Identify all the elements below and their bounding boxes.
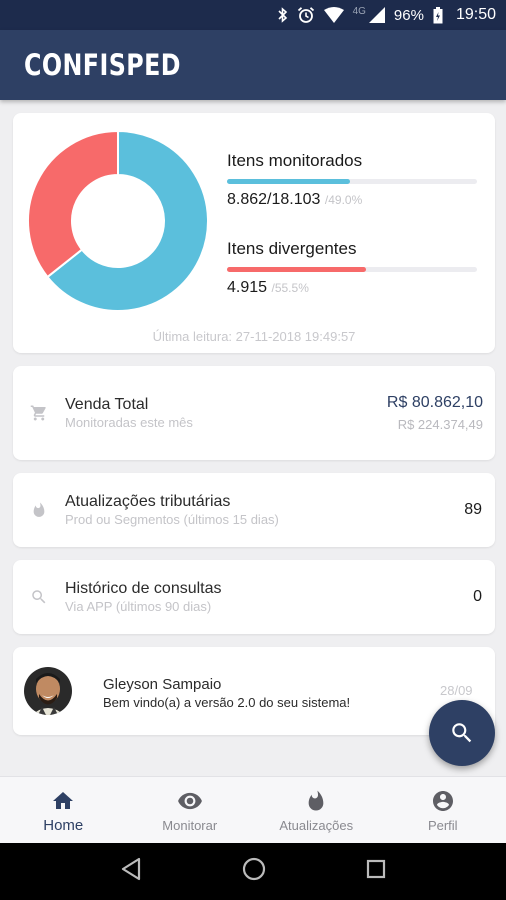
network-type: 4G bbox=[352, 5, 366, 17]
clock: 19:50 bbox=[455, 6, 496, 23]
historico-count: 0 bbox=[473, 588, 482, 605]
venda-title: Venda Total bbox=[65, 396, 149, 413]
nav-perfil-label: Perfil bbox=[427, 818, 458, 833]
divergentes-percent: /55.5% bbox=[271, 281, 309, 295]
atualizacoes-text: Atualizações tributárias Prod ou Segment… bbox=[65, 493, 464, 527]
bottom-navigation: Home Monitorar Atualizações Perfil bbox=[0, 776, 506, 843]
alarm-icon bbox=[297, 6, 315, 24]
divergentes-count: 4.915 bbox=[227, 279, 268, 296]
search-icon bbox=[452, 723, 472, 743]
account-icon bbox=[431, 788, 455, 814]
nav-monitorar-label: Monitorar bbox=[162, 818, 218, 833]
donut-chart bbox=[28, 131, 208, 311]
historico-text: Histórico de consultas Via APP (últimos … bbox=[65, 580, 473, 614]
monitorados-percent: /49.0% bbox=[324, 193, 363, 207]
avatar bbox=[24, 667, 72, 715]
battery-icon bbox=[433, 6, 443, 24]
cart-icon bbox=[25, 404, 53, 422]
message-card[interactable]: Gleyson Sampaio Bem vindo(a) a versão 2.… bbox=[13, 647, 495, 735]
bluetooth-icon bbox=[278, 7, 288, 23]
historico-card[interactable]: Histórico de consultas Via APP (últimos … bbox=[13, 560, 495, 634]
stats-panel: Itens monitorados 8.862/18.103 /49.0% It… bbox=[227, 151, 477, 297]
venda-total: R$ 224.374,49 bbox=[397, 417, 483, 432]
stat-divergentes-label: Itens divergentes bbox=[227, 239, 357, 258]
stat-divergentes: Itens divergentes 4.915 /55.5% bbox=[227, 239, 477, 297]
nav-monitorar[interactable]: Monitorar bbox=[127, 777, 254, 843]
atualizacoes-count: 89 bbox=[464, 501, 482, 518]
flame-icon bbox=[305, 788, 327, 814]
stat-monitorados-label: Itens monitorados bbox=[227, 151, 363, 170]
home-icon bbox=[51, 788, 75, 814]
nav-atualizacoes[interactable]: Atualizações bbox=[253, 777, 380, 843]
last-read-timestamp: Última leitura: 27-11-2018 19:49:57 bbox=[152, 329, 356, 344]
summary-card[interactable]: Itens monitorados 8.862/18.103 /49.0% It… bbox=[13, 113, 495, 353]
venda-text: Venda Total Monitoradas este mês bbox=[65, 396, 387, 430]
message-date: 28/09 bbox=[440, 683, 473, 698]
battery-percent: 96% bbox=[393, 6, 424, 24]
monitorados-count: 8.862 bbox=[227, 191, 268, 208]
app-bar: CONFISPED bbox=[0, 30, 506, 100]
message-sender: Gleyson Sampaio bbox=[103, 676, 222, 693]
historico-title: Histórico de consultas bbox=[65, 580, 222, 597]
eye-icon bbox=[177, 788, 203, 814]
stat-monitorados: Itens monitorados 8.862/18.103 /49.0% bbox=[227, 151, 477, 209]
signal-icon bbox=[368, 7, 385, 23]
donut-slice-divergentes bbox=[28, 131, 119, 279]
home-circle-icon[interactable] bbox=[242, 857, 266, 886]
venda-values: R$ 80.862,10 R$ 224.374,49 bbox=[387, 394, 483, 432]
progress-fill-monitorados bbox=[227, 179, 350, 184]
search-icon bbox=[25, 588, 53, 606]
back-icon[interactable] bbox=[120, 857, 142, 886]
nav-home[interactable]: Home bbox=[0, 777, 127, 843]
atualizacoes-card[interactable]: Atualizações tributárias Prod ou Segment… bbox=[13, 473, 495, 547]
nav-atualizacoes-label: Atualizações bbox=[279, 818, 354, 833]
venda-subtitle: Monitoradas este mês bbox=[65, 415, 193, 430]
app-title: CONFISPED bbox=[24, 48, 181, 82]
progress-track bbox=[227, 267, 477, 272]
recents-icon[interactable] bbox=[366, 859, 386, 884]
progress-track bbox=[227, 179, 477, 184]
monitorados-total: /18.103 bbox=[267, 191, 321, 208]
historico-subtitle: Via APP (últimos 90 dias) bbox=[65, 599, 212, 614]
system-navigation-bar bbox=[0, 843, 506, 900]
progress-fill-divergentes bbox=[227, 267, 366, 272]
stat-divergentes-values: 4.915 /55.5% bbox=[227, 279, 477, 297]
nav-perfil[interactable]: Perfil bbox=[380, 777, 506, 843]
message-text: Bem vindo(a) a versão 2.0 do seu sistema… bbox=[103, 695, 351, 710]
wifi-icon bbox=[323, 7, 344, 23]
venda-total-card[interactable]: Venda Total Monitoradas este mês R$ 80.8… bbox=[13, 366, 495, 460]
venda-value: R$ 80.862,10 bbox=[386, 394, 483, 411]
flame-icon bbox=[25, 501, 53, 519]
atualizacoes-subtitle: Prod ou Segmentos (últimos 15 dias) bbox=[65, 512, 279, 527]
nav-home-label: Home bbox=[43, 817, 84, 834]
search-fab-button[interactable] bbox=[429, 700, 495, 766]
atualizacoes-title: Atualizações tributárias bbox=[65, 493, 231, 510]
status-bar: 4G 96% 19:50 bbox=[0, 0, 506, 30]
stat-monitorados-values: 8.862/18.103 /49.0% bbox=[227, 191, 477, 209]
